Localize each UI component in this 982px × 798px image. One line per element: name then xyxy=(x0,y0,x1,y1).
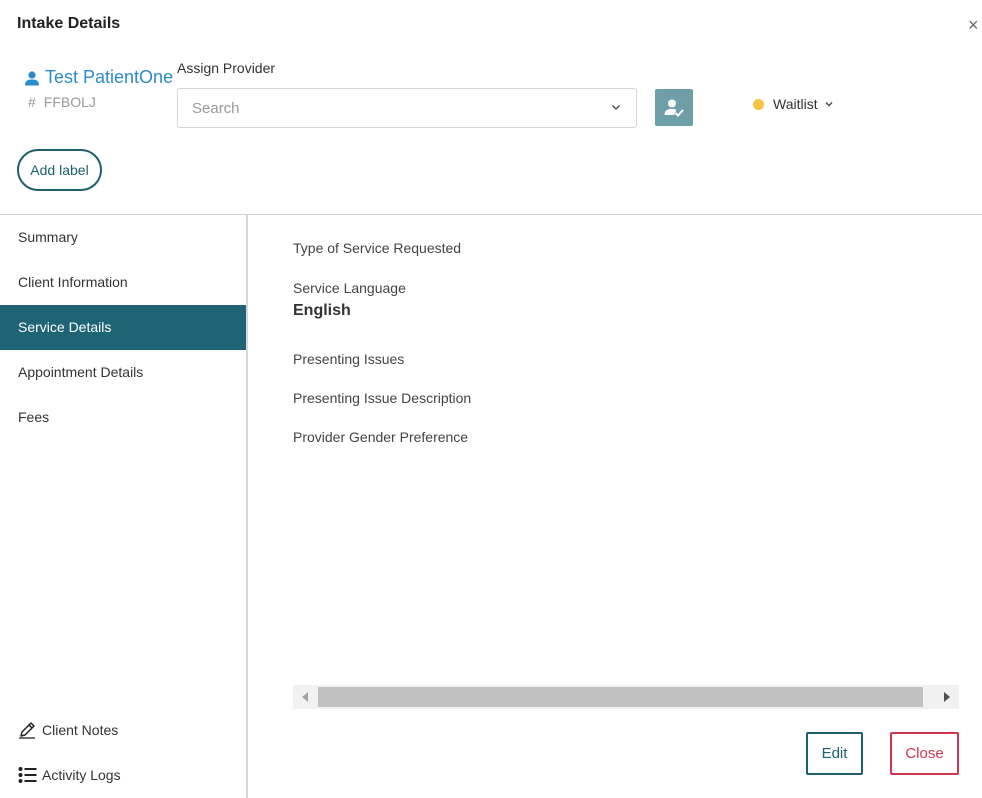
status-dropdown[interactable]: Waitlist xyxy=(753,96,834,112)
type-of-service-label: Type of Service Requested xyxy=(293,240,462,256)
chevron-down-icon[interactable] xyxy=(610,101,622,113)
close-icon[interactable]: × xyxy=(968,15,979,35)
user-check-icon xyxy=(664,99,684,117)
client-notes-label: Client Notes xyxy=(42,722,119,738)
status-dot xyxy=(753,98,764,110)
provider-gender-preference-label: Provider Gender Preference xyxy=(293,429,469,445)
scrollbar-thumb[interactable] xyxy=(318,687,923,707)
hash-icon: # xyxy=(28,94,36,110)
activity-logs-label: Activity Logs xyxy=(42,767,121,783)
edit-button[interactable]: Edit xyxy=(806,732,863,775)
add-label-button[interactable]: Add label xyxy=(17,149,102,191)
presenting-issue-description-label: Presenting Issue Description xyxy=(293,390,472,406)
scroll-left-icon[interactable] xyxy=(302,692,308,702)
status-label: Waitlist xyxy=(773,96,818,112)
chevron-down-icon xyxy=(825,102,833,107)
sidebar-item-service-details[interactable]: Service Details xyxy=(0,305,246,350)
assign-provider-label: Assign Provider xyxy=(177,60,276,76)
list-icon xyxy=(18,767,37,783)
service-language-label: Service Language xyxy=(293,280,406,296)
horizontal-scrollbar[interactable] xyxy=(293,685,959,709)
provider-search-select[interactable] xyxy=(177,88,637,128)
pen-icon xyxy=(19,722,35,739)
sidebar-item-client-information[interactable]: Client Information xyxy=(0,260,246,305)
close-button[interactable]: Close xyxy=(890,732,959,775)
provider-search-input[interactable] xyxy=(178,89,578,127)
sidebar-divider xyxy=(246,215,248,798)
scroll-right-icon[interactable] xyxy=(944,692,950,702)
patient-name: Test PatientOne xyxy=(45,67,174,87)
client-notes-link[interactable]: Client Notes xyxy=(18,721,118,739)
sidebar-item-summary[interactable]: Summary xyxy=(0,215,246,260)
presenting-issues-label: Presenting Issues xyxy=(293,351,405,367)
patient-name-link[interactable]: Test PatientOne xyxy=(24,67,173,88)
sidebar-item-appointment-details[interactable]: Appointment Details xyxy=(0,350,246,395)
assign-provider-button[interactable] xyxy=(655,89,693,126)
sidebar-item-fees[interactable]: Fees xyxy=(0,395,246,440)
activity-logs-link[interactable]: Activity Logs xyxy=(18,766,121,784)
patient-id: # FFBOLJ xyxy=(28,94,96,110)
user-icon xyxy=(25,70,39,85)
service-language-value: English xyxy=(293,302,351,319)
patient-id-value: FFBOLJ xyxy=(43,94,96,110)
modal-title: Intake Details xyxy=(17,15,121,32)
